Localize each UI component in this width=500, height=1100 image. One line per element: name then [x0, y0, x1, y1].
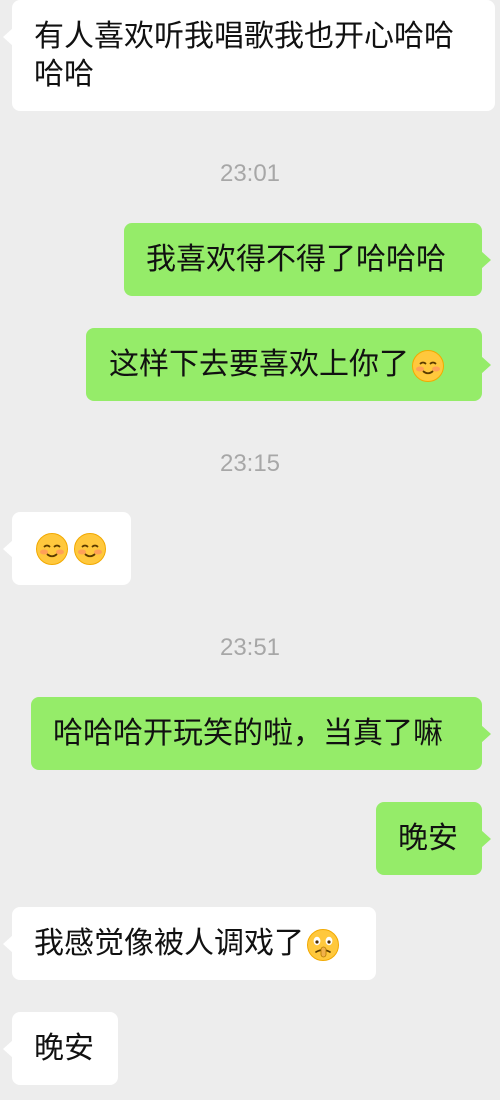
outgoing-message[interactable]: 这样下去要喜欢上你了 — [86, 328, 491, 401]
message-text: 哈哈哈开玩笑的啦，当真了嘛 — [53, 716, 443, 751]
message-text: 我感觉像被人调戏了 — [34, 926, 304, 961]
blush-smile-icon — [73, 532, 107, 566]
outgoing-message[interactable]: 哈哈哈开玩笑的啦，当真了嘛 — [31, 697, 491, 770]
timestamp: 23:51 — [219, 634, 281, 661]
timestamp: 23:01 — [219, 160, 281, 187]
incoming-message[interactable]: 晚安 — [3, 1012, 118, 1085]
timestamp: 23:15 — [219, 450, 281, 477]
message-text: 这样下去要喜欢上你了 — [109, 347, 409, 382]
incoming-message[interactable]: 我感觉像被人调戏了 — [3, 907, 376, 980]
shush-face-icon — [306, 928, 340, 962]
incoming-message[interactable] — [3, 512, 131, 585]
message-text: 晚安 — [34, 1031, 94, 1066]
outgoing-message[interactable]: 晚安 — [376, 802, 491, 875]
emoji-row — [33, 532, 131, 566]
message-text: 我喜欢得不得了哈哈哈 — [146, 242, 446, 277]
blush-smile-icon — [411, 349, 445, 383]
incoming-message[interactable]: 有人喜欢听我唱歌我也开心哈哈哈哈 — [3, 0, 495, 111]
message-text: 晚安 — [398, 821, 458, 856]
outgoing-message[interactable]: 我喜欢得不得了哈哈哈 — [124, 223, 491, 296]
message-text: 有人喜欢听我唱歌我也开心哈哈哈哈 — [34, 19, 454, 92]
blush-smile-icon — [35, 532, 69, 566]
chat-thread: 有人喜欢听我唱歌我也开心哈哈哈哈 23:01 我喜欢得不得了哈哈哈 这样下去要喜… — [0, 0, 500, 1100]
